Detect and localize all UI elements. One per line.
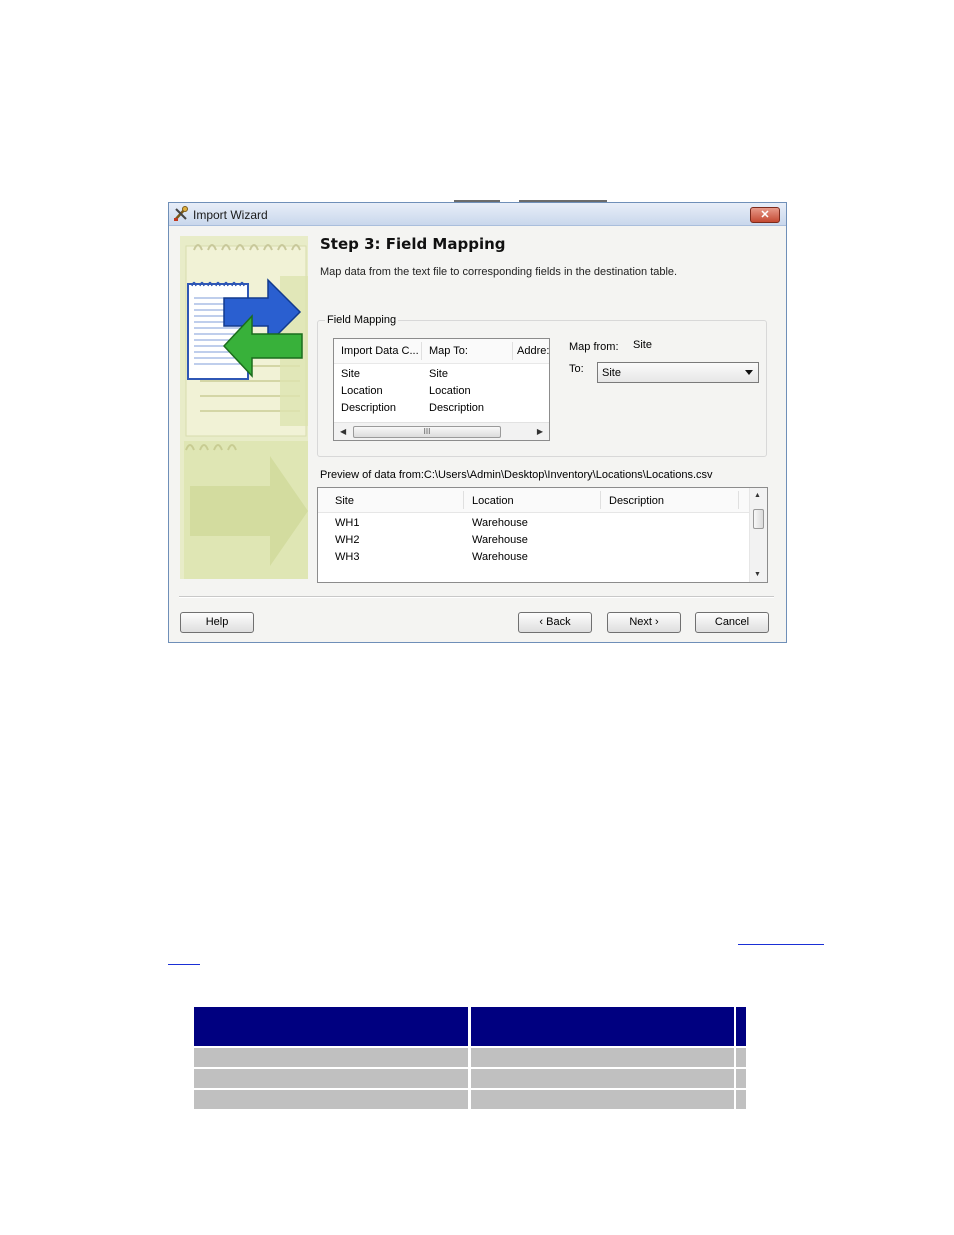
preview-location-cell: Warehouse (472, 534, 528, 546)
table-header-cell (471, 1007, 734, 1046)
map-from-value: Site (633, 339, 652, 351)
to-field-select[interactable]: Site (597, 362, 759, 383)
preview-row[interactable]: WH1 Warehouse (318, 515, 750, 532)
preview-row[interactable]: WH3 Warehouse (318, 549, 750, 566)
column-header-map-to[interactable]: Map To: (429, 345, 468, 357)
import-wizard-dialog: Import Wizard ✕ Step 3: Field Mapping Ma… (168, 202, 787, 643)
table-cell (736, 1048, 746, 1067)
column-divider[interactable] (421, 342, 422, 360)
column-header-import-data[interactable]: Import Data C... (341, 345, 419, 357)
mapping-row[interactable]: Description Description (334, 400, 549, 417)
title-bar[interactable]: Import Wizard ✕ (169, 203, 786, 226)
column-divider[interactable] (600, 491, 601, 509)
import-arrows-icon (180, 236, 308, 579)
hyperlink[interactable] (738, 944, 824, 945)
horizontal-scrollbar[interactable]: ◀ III ▶ (334, 422, 549, 440)
vertical-scrollbar[interactable]: ▲ ▼ (749, 488, 767, 582)
mapping-map-to-cell: Description (429, 402, 485, 414)
chevron-down-icon[interactable] (745, 370, 753, 375)
scroll-right-icon[interactable]: ▶ (537, 427, 543, 436)
mapping-import-cell: Description (341, 402, 397, 414)
to-label: To: (569, 363, 584, 375)
field-mapping-list[interactable]: Import Data C... Map To: Addre: Site Sit… (333, 338, 550, 441)
column-header-location[interactable]: Location (472, 495, 514, 507)
mapping-import-cell: Location (341, 385, 383, 397)
preview-header: Site Location Description (318, 488, 750, 513)
preview-location-cell: Warehouse (472, 551, 528, 563)
scroll-thumb[interactable]: III (353, 426, 501, 438)
column-header-site[interactable]: Site (335, 495, 354, 507)
scroll-up-icon[interactable]: ▲ (754, 492, 761, 499)
preview-location-cell: Warehouse (472, 517, 528, 529)
step-title: Step 3: Field Mapping (320, 235, 506, 253)
wizard-tools-icon (174, 206, 188, 221)
scroll-thumb[interactable] (753, 509, 764, 529)
table-cell (736, 1090, 746, 1109)
preview-site-cell: WH2 (335, 534, 360, 546)
mapping-row[interactable]: Site Site (334, 366, 549, 383)
preview-site-cell: WH3 (335, 551, 360, 563)
column-header-address[interactable]: Addre: (517, 345, 549, 357)
footer-divider (179, 596, 774, 598)
close-button[interactable]: ✕ (750, 207, 780, 223)
scroll-down-icon[interactable]: ▼ (754, 571, 761, 578)
table-cell (194, 1090, 468, 1109)
help-button[interactable]: Help (180, 612, 254, 633)
column-header-description[interactable]: Description (609, 495, 664, 507)
column-divider[interactable] (738, 491, 739, 509)
table-cell (471, 1090, 734, 1109)
hyperlink[interactable] (168, 964, 200, 965)
mapping-row[interactable]: Location Location (334, 383, 549, 400)
column-divider[interactable] (463, 491, 464, 509)
table-cell (471, 1048, 734, 1067)
preview-grid[interactable]: Site Location Description WH1 Warehouse … (317, 487, 768, 583)
to-field-value: Site (602, 367, 621, 379)
preview-row[interactable]: WH2 Warehouse (318, 532, 750, 549)
map-from-label: Map from: (569, 341, 619, 353)
table-header-cell (194, 1007, 468, 1046)
table-header-cell (736, 1007, 746, 1046)
table-cell (194, 1048, 468, 1067)
mapping-map-to-cell: Location (429, 385, 471, 397)
wizard-side-illustration (180, 236, 308, 579)
next-button[interactable]: Next › (607, 612, 681, 633)
table-cell (471, 1069, 734, 1088)
table-cell (736, 1069, 746, 1088)
preview-label: Preview of data from:C:\Users\Admin\Desk… (320, 469, 713, 481)
preview-site-cell: WH1 (335, 517, 360, 529)
column-divider[interactable] (512, 342, 513, 360)
table-cell (194, 1069, 468, 1088)
scroll-left-icon[interactable]: ◀ (340, 427, 346, 436)
field-mapping-label: Field Mapping (325, 314, 399, 326)
mapping-map-to-cell: Site (429, 368, 448, 380)
step-description: Map data from the text file to correspon… (320, 266, 678, 278)
mapping-import-cell: Site (341, 368, 360, 380)
mapping-list-header: Import Data C... Map To: Addre: (334, 339, 549, 364)
back-button[interactable]: ‹ Back (518, 612, 592, 633)
window-title: Import Wizard (193, 208, 268, 222)
cancel-button[interactable]: Cancel (695, 612, 769, 633)
